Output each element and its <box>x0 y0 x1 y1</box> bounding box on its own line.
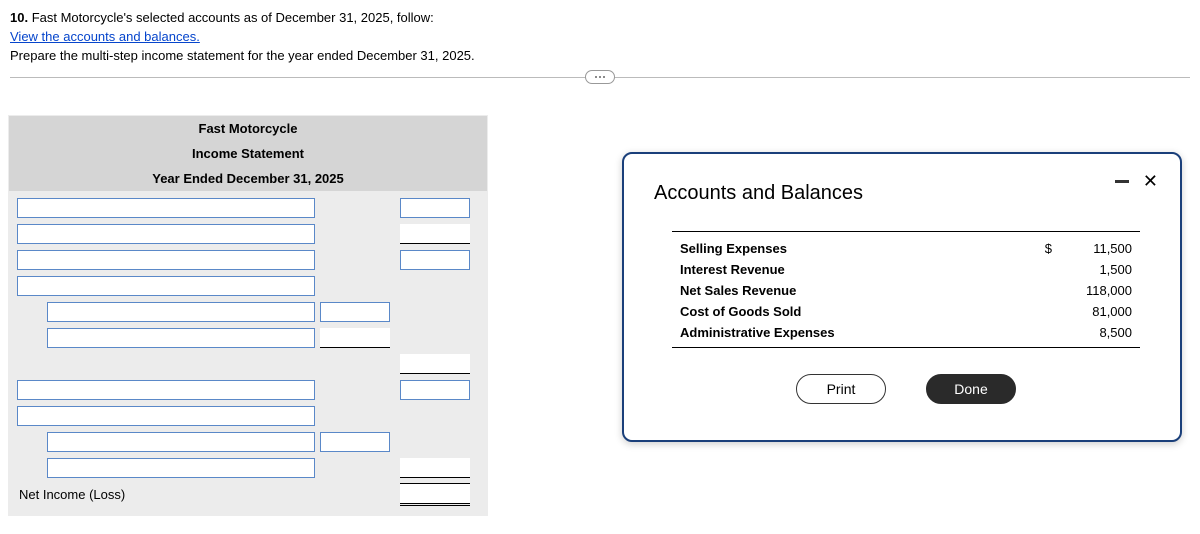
line11-amt2-input[interactable] <box>400 458 470 478</box>
statement-title: Income Statement <box>9 141 487 166</box>
income-statement-worksheet: Fast Motorcycle Income Statement Year En… <box>8 115 488 516</box>
worksheet-header: Fast Motorcycle Income Statement Year En… <box>9 116 487 191</box>
table-row: Selling Expenses $ 11,500 <box>680 238 1132 259</box>
line6-amt1-input[interactable] <box>320 328 390 348</box>
table-row: Administrative Expenses 8,500 <box>680 322 1132 343</box>
line9-label-input[interactable] <box>17 406 315 426</box>
line2-amt2-input[interactable] <box>400 224 470 244</box>
net-income-label: Net Income (Loss) <box>17 487 125 502</box>
company-name: Fast Motorcycle <box>9 116 487 141</box>
expand-handle[interactable] <box>585 70 615 84</box>
table-row: Net Sales Revenue 118,000 <box>680 280 1132 301</box>
line2-label-input[interactable] <box>17 224 315 244</box>
line1-amt2-input[interactable] <box>400 198 470 218</box>
line11-label-input[interactable] <box>47 458 315 478</box>
period: Year Ended December 31, 2025 <box>9 166 487 191</box>
table-row: Cost of Goods Sold 81,000 <box>680 301 1132 322</box>
line7-amt2-input[interactable] <box>400 354 470 374</box>
modal-title: Accounts and Balances <box>654 182 863 205</box>
done-button[interactable]: Done <box>926 374 1016 404</box>
accounts-balances-modal: Accounts and Balances ✕ Selling Expenses… <box>622 152 1182 442</box>
line8-amt2-input[interactable] <box>400 380 470 400</box>
question-number: 10. <box>10 10 28 25</box>
instruction-text: Prepare the multi-step income statement … <box>10 48 1190 63</box>
close-icon[interactable]: ✕ <box>1143 172 1158 190</box>
question-header: 10. Fast Motorcycle's selected accounts … <box>0 0 1200 78</box>
table-row: Interest Revenue 1,500 <box>680 259 1132 280</box>
line6-label-input[interactable] <box>47 328 315 348</box>
view-accounts-link[interactable]: View the accounts and balances. <box>10 29 200 44</box>
section-divider <box>10 77 1190 78</box>
line5-label-input[interactable] <box>47 302 315 322</box>
line3-amt2-input[interactable] <box>400 250 470 270</box>
question-text: 10. Fast Motorcycle's selected accounts … <box>10 10 1190 25</box>
line8-label-input[interactable] <box>17 380 315 400</box>
accounts-table: Selling Expenses $ 11,500 Interest Reven… <box>672 231 1140 348</box>
view-link-row: View the accounts and balances. <box>10 29 1190 44</box>
question-body: Fast Motorcycle's selected accounts as o… <box>32 10 434 25</box>
line4-label-input[interactable] <box>17 276 315 296</box>
line1-label-input[interactable] <box>17 198 315 218</box>
line3-label-input[interactable] <box>17 250 315 270</box>
line5-amt1-input[interactable] <box>320 302 390 322</box>
line10-amt1-input[interactable] <box>320 432 390 452</box>
line10-label-input[interactable] <box>47 432 315 452</box>
minimize-icon[interactable] <box>1115 180 1129 183</box>
print-button[interactable]: Print <box>796 374 886 404</box>
worksheet-body: Net Income (Loss) <box>9 191 487 515</box>
net-income-amt-input[interactable] <box>400 483 470 503</box>
